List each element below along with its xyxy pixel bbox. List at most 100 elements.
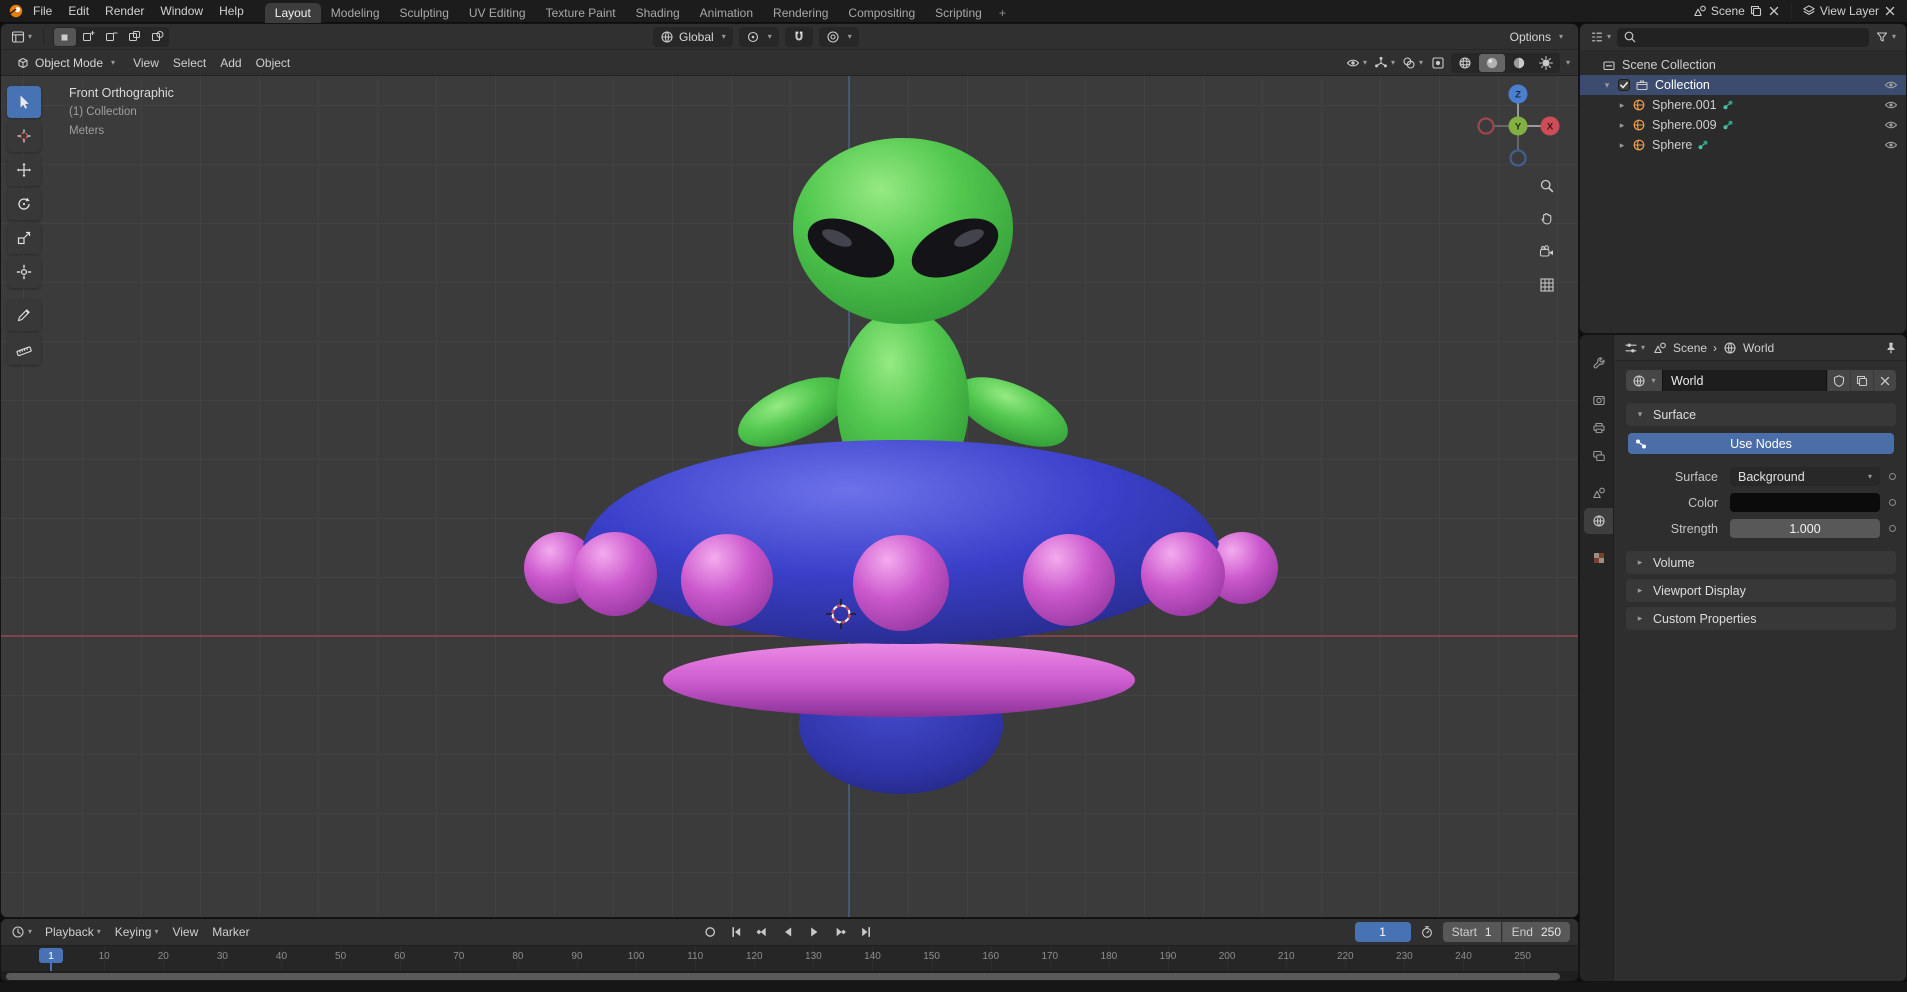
world-browse-dropdown[interactable]: ▾: [1626, 370, 1662, 391]
viewport-canvas[interactable]: Front Orthographic (1) Collection Meters: [1, 76, 1578, 917]
visibility-eye-toggle[interactable]: [1884, 118, 1898, 132]
shading-solid-button[interactable]: [1479, 54, 1505, 72]
navigation-gizmo[interactable]: Z X Y: [1472, 80, 1564, 175]
editor-type-dropdown[interactable]: ▾: [9, 922, 34, 942]
nav-grid-button[interactable]: [1535, 273, 1559, 297]
viewport-menu-object[interactable]: Object: [249, 53, 298, 73]
transport-jump-to-start-button[interactable]: [724, 922, 748, 942]
editor-type-dropdown[interactable]: ▾: [1588, 27, 1613, 47]
outliner-search-input[interactable]: [1642, 30, 1863, 44]
frame-start-field[interactable]: Start 1: [1443, 922, 1501, 942]
visibility-eye-toggle[interactable]: [1884, 78, 1898, 92]
options-dropdown[interactable]: Options ▾: [1503, 27, 1570, 47]
timeline-ruler[interactable]: 1 10203040506070809010011012013014015016…: [1, 945, 1578, 971]
tool-annotate[interactable]: [7, 299, 41, 331]
frame-end-field[interactable]: End 250: [1502, 922, 1570, 942]
menu-window[interactable]: Window: [152, 2, 211, 20]
properties-tab-scene[interactable]: [1584, 480, 1613, 506]
select-mode-set[interactable]: [54, 28, 76, 46]
mode-dropdown[interactable]: Object Mode ▾: [9, 53, 122, 73]
workspace-tab-rendering[interactable]: Rendering: [763, 3, 838, 23]
gizmos-dropdown[interactable]: ▾: [1372, 53, 1397, 73]
view-layer-selector[interactable]: View Layer: [1802, 4, 1897, 18]
shading-material-preview-button[interactable]: [1506, 54, 1532, 72]
unlink-world-button[interactable]: [1873, 370, 1896, 391]
editor-type-dropdown[interactable]: ▾: [9, 27, 34, 47]
gizmo-minus-x-axis[interactable]: [1479, 119, 1494, 134]
transport-jump-to-end-button[interactable]: [854, 922, 878, 942]
viewport-menu-add[interactable]: Add: [213, 53, 248, 73]
add-workspace-button[interactable]: +: [992, 3, 1013, 23]
tool-transform[interactable]: [7, 256, 41, 288]
ufo-object[interactable]: [524, 440, 1278, 794]
playhead[interactable]: 1: [39, 948, 63, 963]
strength-field[interactable]: 1.000: [1730, 519, 1880, 538]
select-mode-invert[interactable]: [123, 28, 145, 46]
blender-logo-icon[interactable]: [8, 3, 24, 19]
copy-icon[interactable]: [1749, 4, 1763, 18]
menu-file[interactable]: File: [25, 2, 60, 20]
select-mode-intersect[interactable]: [146, 28, 168, 46]
gizmo-minus-z-axis[interactable]: [1511, 151, 1526, 166]
workspace-tab-sculpting[interactable]: Sculpting: [390, 3, 459, 23]
disclosure-open-icon[interactable]: ▾: [1601, 81, 1613, 90]
tool-cursor[interactable]: [7, 120, 41, 152]
proportional-editing-dropdown[interactable]: ▾: [819, 27, 859, 47]
editor-type-dropdown[interactable]: ▾: [1622, 338, 1647, 358]
transport-auto-keying-button[interactable]: [698, 922, 722, 942]
tool-scale[interactable]: [7, 222, 41, 254]
timeline-menu-keying[interactable]: Keying▾: [108, 922, 166, 942]
visibility-eye-toggle[interactable]: [1884, 98, 1898, 112]
fake-user-button[interactable]: [1827, 370, 1850, 391]
pin-icon[interactable]: [1884, 341, 1898, 355]
surface-panel-header[interactable]: ▾ Surface: [1626, 403, 1896, 426]
transport-previous-keyframe-button[interactable]: [750, 922, 774, 942]
properties-tab-view-layer[interactable]: [1584, 443, 1613, 469]
disclosure-closed-icon[interactable]: ▸: [1616, 101, 1628, 110]
workspace-tab-layout[interactable]: Layout: [265, 3, 321, 23]
collection-checkbox[interactable]: [1617, 78, 1631, 92]
outliner-row-collection[interactable]: ▾Collection: [1580, 75, 1906, 95]
visibility-dropdown[interactable]: ▾: [1344, 53, 1369, 73]
menu-help[interactable]: Help: [211, 2, 252, 20]
close-icon[interactable]: [1767, 4, 1781, 18]
snap-toggle[interactable]: [785, 27, 813, 47]
custom-properties-panel-header[interactable]: ▸ Custom Properties: [1626, 607, 1896, 630]
transport-play-button[interactable]: [802, 922, 826, 942]
volume-panel-header[interactable]: ▸ Volume: [1626, 551, 1896, 574]
surface-type-dropdown[interactable]: Background ▾: [1730, 467, 1880, 486]
use-preview-range-toggle[interactable]: [1417, 922, 1437, 942]
workspace-tab-compositing[interactable]: Compositing: [838, 3, 925, 23]
use-nodes-button[interactable]: Use Nodes: [1628, 433, 1894, 454]
viewport-menu-select[interactable]: Select: [166, 53, 213, 73]
outliner-row-sphere-009[interactable]: ▸Sphere.009: [1580, 115, 1906, 135]
tool-select-box[interactable]: [7, 86, 41, 118]
workspace-tab-texture-paint[interactable]: Texture Paint: [536, 3, 626, 23]
close-icon[interactable]: [1883, 4, 1897, 18]
outliner-search[interactable]: [1617, 28, 1869, 47]
animate-decorator[interactable]: [1880, 499, 1896, 506]
timeline-menu-marker[interactable]: Marker: [205, 922, 256, 942]
timeline-scrollbar-thumb[interactable]: [6, 973, 1560, 980]
nav-pan-button[interactable]: [1535, 207, 1559, 231]
workspace-tab-modeling[interactable]: Modeling: [321, 3, 390, 23]
shading-dropdown-caret-icon[interactable]: ▾: [1566, 59, 1570, 67]
viewport-menu-view[interactable]: View: [126, 53, 166, 73]
transport-next-keyframe-button[interactable]: [828, 922, 852, 942]
snap-target-dropdown[interactable]: ▾: [739, 27, 779, 47]
select-mode-subtract[interactable]: [100, 28, 122, 46]
workspace-tab-shading[interactable]: Shading: [626, 3, 690, 23]
timeline-menu-playback[interactable]: Playback▾: [38, 922, 108, 942]
disclosure-closed-icon[interactable]: ▸: [1616, 141, 1628, 150]
visibility-eye-toggle[interactable]: [1884, 138, 1898, 152]
workspace-tab-scripting[interactable]: Scripting: [925, 3, 992, 23]
breadcrumb-world[interactable]: World: [1743, 341, 1774, 355]
shading-wireframe-button[interactable]: [1452, 54, 1478, 72]
color-swatch[interactable]: [1730, 493, 1880, 512]
properties-tab-texture[interactable]: [1584, 545, 1613, 571]
scene-selector[interactable]: Scene: [1693, 4, 1781, 18]
select-mode-extend[interactable]: [77, 28, 99, 46]
timeline-menu-view[interactable]: View: [165, 922, 205, 942]
breadcrumb-scene[interactable]: Scene: [1673, 341, 1707, 355]
properties-tab-world[interactable]: [1584, 508, 1613, 534]
